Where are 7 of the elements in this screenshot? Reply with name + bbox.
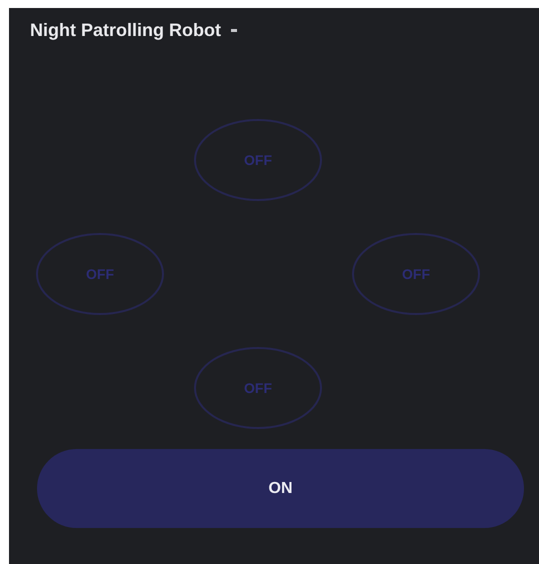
dash-icon — [230, 29, 237, 32]
right-button[interactable]: OFF — [352, 233, 480, 315]
down-button[interactable]: OFF — [194, 347, 322, 429]
on-button[interactable]: ON — [37, 449, 524, 528]
app-title: Night Patrolling Robot — [30, 20, 221, 41]
left-button[interactable]: OFF — [36, 233, 164, 315]
up-button[interactable]: OFF — [194, 119, 322, 201]
